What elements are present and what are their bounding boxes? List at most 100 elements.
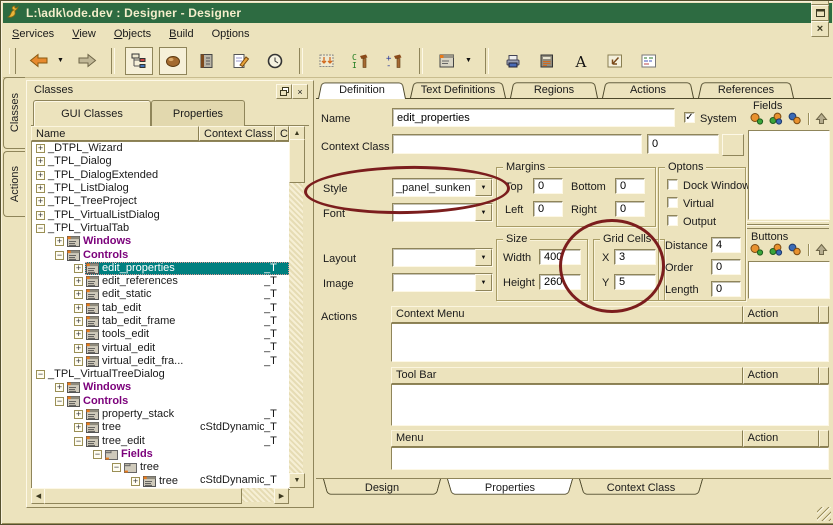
expand-icon[interactable]: + xyxy=(74,277,83,286)
toolbar-button-machine[interactable] xyxy=(533,47,561,75)
tree-row[interactable]: +Windows xyxy=(32,381,290,394)
menu-item-options[interactable]: Options xyxy=(203,26,259,42)
tree-row[interactable]: +_TPL_TreeProject xyxy=(32,195,290,208)
tab-gui-classes[interactable]: GUI Classes xyxy=(33,100,151,126)
layout-combo[interactable]: ▼ xyxy=(392,248,493,267)
scroll-down-icon[interactable]: ▼ xyxy=(289,473,305,488)
expand-icon[interactable]: + xyxy=(36,211,45,220)
tree-row[interactable]: +_TPL_ListDialog xyxy=(32,182,290,195)
ball-blue-icon[interactable] xyxy=(787,243,802,256)
menu-item-build[interactable]: Build xyxy=(160,26,202,42)
tree-row[interactable]: +tools_edit_T xyxy=(32,328,290,341)
expand-icon[interactable]: + xyxy=(74,330,83,339)
list-column-title[interactable]: Menu xyxy=(391,430,743,447)
tree-row[interactable]: +_TPL_Dialog xyxy=(32,155,290,168)
toolbar-button-forward-arrow[interactable] xyxy=(73,47,101,75)
fields-list[interactable] xyxy=(748,130,830,220)
expand-icon[interactable]: + xyxy=(55,237,64,246)
toolbar-button-clock[interactable] xyxy=(261,47,289,75)
margin-bottom-input[interactable] xyxy=(615,178,645,194)
collapse-icon[interactable]: − xyxy=(55,397,64,406)
toolbar-button-printer[interactable] xyxy=(499,47,527,75)
collapse-icon[interactable]: − xyxy=(74,437,83,446)
toolbar-grip[interactable] xyxy=(9,48,16,74)
context-class-num-input[interactable] xyxy=(647,134,719,154)
ball-green-icon[interactable] xyxy=(768,112,783,125)
side-tab-actions[interactable]: Actions xyxy=(3,151,25,217)
menu-item-objects[interactable]: Objects xyxy=(105,26,160,42)
list-body-tool-bar[interactable] xyxy=(391,384,829,426)
list-column-action[interactable]: Action xyxy=(743,306,819,323)
context-class-picker-button[interactable] xyxy=(722,134,744,156)
toolbar-button-edit-note[interactable] xyxy=(227,47,255,75)
margin-left-input[interactable] xyxy=(533,201,563,217)
chevron-down-icon[interactable]: ▼ xyxy=(475,274,492,291)
list-body-context-menu[interactable] xyxy=(391,323,829,362)
toolbar-button-back-arrow[interactable] xyxy=(25,47,53,75)
collapse-icon[interactable]: − xyxy=(36,224,45,233)
panel-float-button[interactable] xyxy=(276,84,292,99)
expand-icon[interactable]: + xyxy=(36,171,45,180)
ball-orange-icon[interactable] xyxy=(749,243,764,256)
toolbar-button-script[interactable] xyxy=(635,47,663,75)
collapse-icon[interactable]: − xyxy=(93,450,102,459)
expand-icon[interactable]: + xyxy=(74,410,83,419)
toolbar-button-image[interactable] xyxy=(601,47,629,75)
height-input[interactable] xyxy=(539,274,581,290)
tab-actions[interactable]: Actions xyxy=(602,81,694,98)
name-input[interactable] xyxy=(392,108,675,127)
toolbar-button-book[interactable] xyxy=(193,47,221,75)
expand-icon[interactable]: + xyxy=(74,344,83,353)
tree-row[interactable]: +edit_references_T xyxy=(32,275,290,288)
tree-row[interactable]: +property_stack_T xyxy=(32,408,290,421)
tab-references[interactable]: References xyxy=(698,81,794,98)
margin-top-input[interactable] xyxy=(533,178,563,194)
tree-row[interactable]: −tree_edit_T xyxy=(32,435,290,448)
ball-blue-icon[interactable] xyxy=(787,112,802,125)
width-input[interactable] xyxy=(539,249,581,265)
tree-row[interactable]: +virtual_edit_fra..._T xyxy=(32,355,290,368)
checkbox-output[interactable] xyxy=(667,215,678,226)
title-bar[interactable]: L:\adk\ode.dev : Designer - Designer × xyxy=(3,3,832,23)
expand-icon[interactable]: + xyxy=(36,157,45,166)
expand-icon[interactable]: + xyxy=(74,290,83,299)
list-body-menu[interactable] xyxy=(391,447,829,470)
tab-regions[interactable]: Regions xyxy=(510,81,598,98)
style-combo[interactable]: _panel_sunken ▼ xyxy=(392,178,493,197)
toolbar-button-tree-view[interactable] xyxy=(125,47,153,75)
list-column-action[interactable]: Action xyxy=(743,430,819,447)
system-checkbox[interactable]: ✓ xyxy=(684,112,695,123)
margin-right-input[interactable] xyxy=(615,201,645,217)
tree-row[interactable]: +_TPL_VirtualListDialog xyxy=(32,208,290,221)
tree-row[interactable]: +virtual_edit_T xyxy=(32,341,290,354)
toolbar-button-caret-down[interactable]: ▼ xyxy=(462,47,475,75)
list-column-title[interactable]: Tool Bar xyxy=(391,367,743,384)
tree-row[interactable]: −_TPL_VirtualTreeDialog xyxy=(32,368,290,381)
tree-row[interactable]: +treecStdDynamic..._T xyxy=(32,474,290,487)
buttons-list[interactable] xyxy=(748,261,830,299)
toolbar-button-import-grid[interactable] xyxy=(313,47,341,75)
tree-row[interactable]: +tab_edit_frame_T xyxy=(32,315,290,328)
up-arrow-icon[interactable] xyxy=(815,243,828,256)
expand-icon[interactable]: + xyxy=(74,423,83,432)
tree-row[interactable]: −_TPL_VirtualTab xyxy=(32,222,290,235)
font-combo[interactable]: ▼ xyxy=(392,203,493,222)
tree-hscroll-thumb[interactable] xyxy=(44,488,242,504)
ball-orange-icon[interactable] xyxy=(749,112,764,125)
toolbar-button-form-window[interactable] xyxy=(433,47,461,75)
panel-close-button[interactable]: × xyxy=(292,84,308,99)
expand-icon[interactable]: + xyxy=(131,477,140,486)
column-header-name[interactable]: Name xyxy=(31,126,199,141)
toolbar-button-build-class[interactable]: CI xyxy=(347,47,375,75)
column-header-context-class[interactable]: Context Class xyxy=(199,126,275,141)
tree-row[interactable]: +Windows xyxy=(32,235,290,248)
distance-input[interactable] xyxy=(711,237,741,253)
chevron-down-icon[interactable]: ▼ xyxy=(475,204,492,221)
toolbar-button-font-a[interactable]: A xyxy=(567,47,595,75)
maximize-button[interactable] xyxy=(811,5,829,21)
column-header-cl[interactable]: Cl xyxy=(275,126,289,141)
tree-row[interactable]: +tab_edit_T xyxy=(32,302,290,315)
expand-icon[interactable]: + xyxy=(74,264,83,273)
tree-row[interactable]: −tree xyxy=(32,461,290,474)
tree-row[interactable]: −Controls xyxy=(32,248,290,261)
